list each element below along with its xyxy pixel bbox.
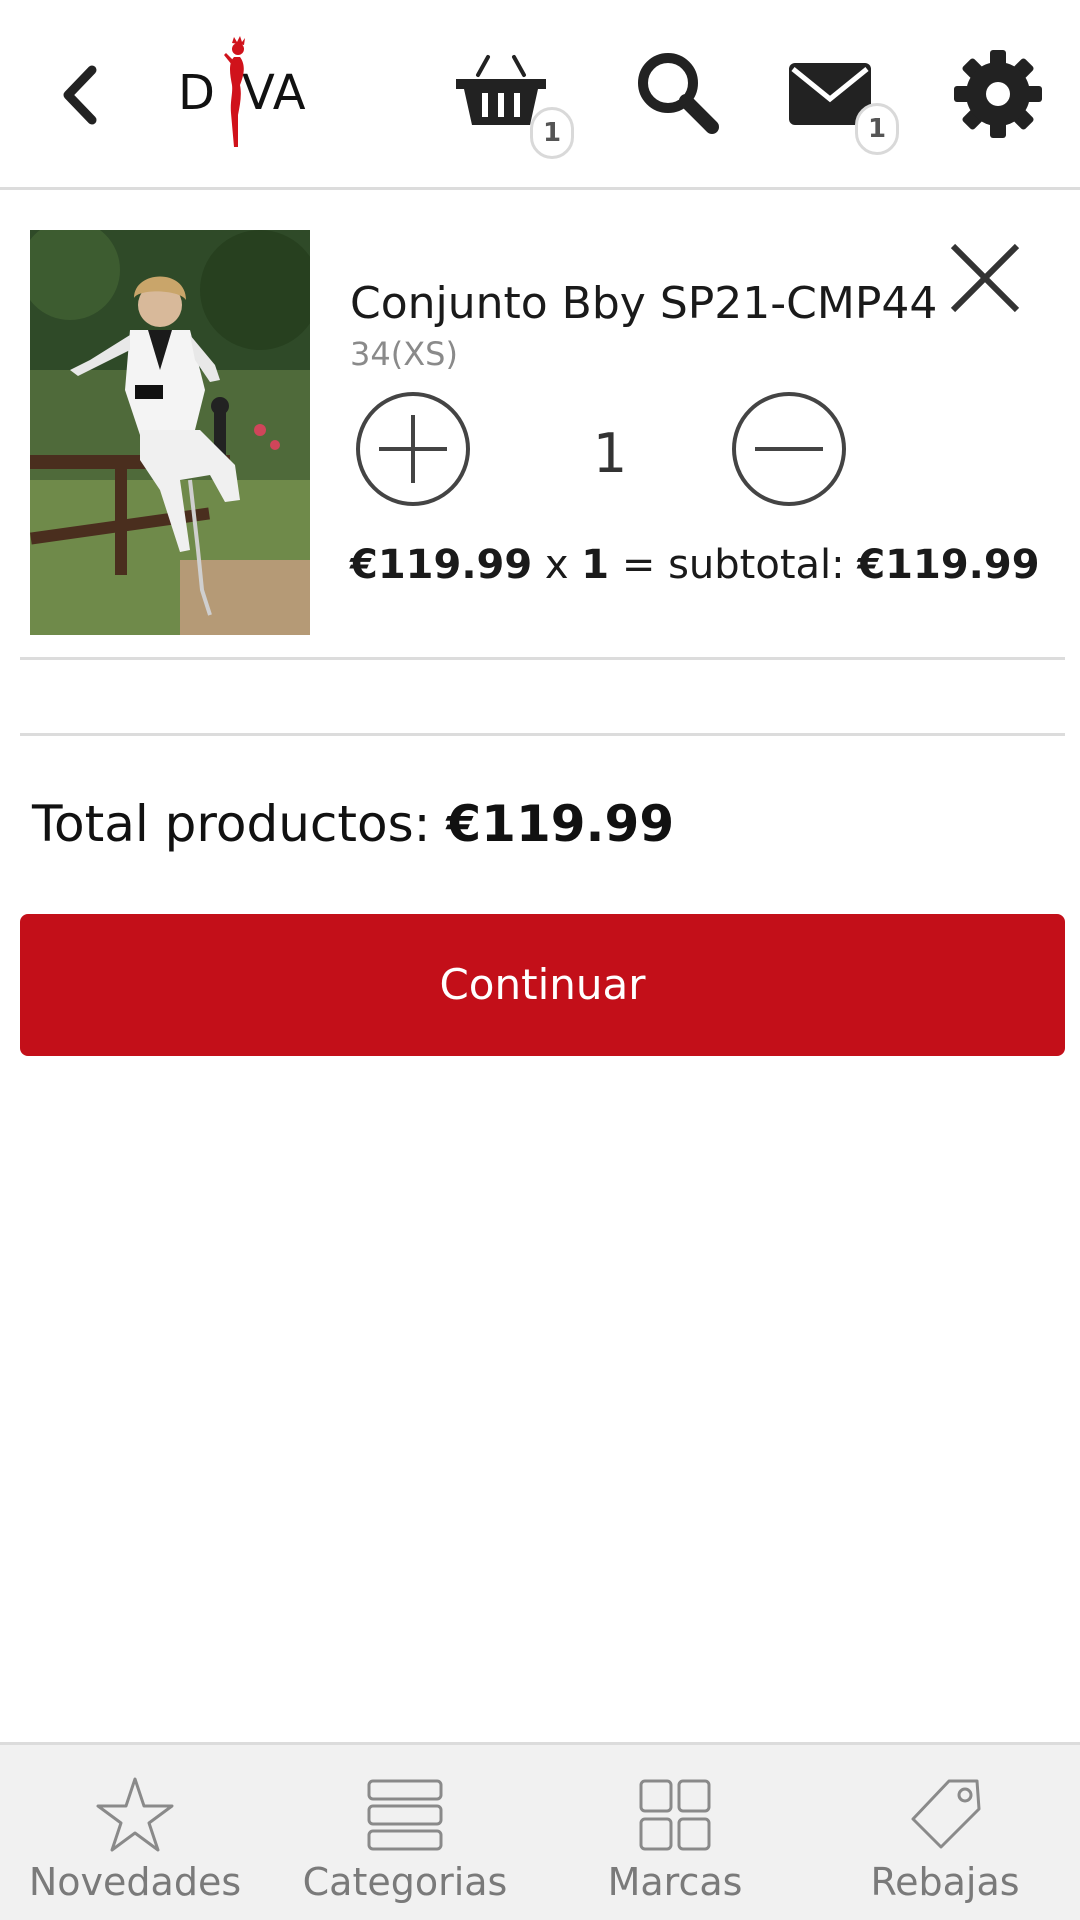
total-products: Total productos: €119.99 (32, 795, 674, 853)
cart-button[interactable]: 1 (450, 35, 580, 165)
nav-item-marcas[interactable]: Marcas (540, 1745, 810, 1920)
remove-item-button[interactable] (945, 238, 1025, 318)
quantity-value: 1 (592, 422, 628, 485)
line-quantity: 1 (581, 542, 610, 588)
product-size: 34(XS) (350, 335, 458, 373)
search-icon (638, 53, 719, 134)
diva-logo[interactable]: D VA (170, 35, 320, 150)
list-icon (367, 1779, 443, 1851)
nav-label: Rebajas (870, 1860, 1020, 1904)
nav-label: Categorias (302, 1860, 508, 1904)
cart-item: Conjunto Bby SP21-CMP44 34(XS) 1 €119.99… (20, 190, 1065, 660)
product-name[interactable]: Conjunto Bby SP21-CMP44 (350, 278, 937, 329)
times-sign: x (544, 542, 569, 588)
price-line: €119.99 x 1 = subtotal: €119.99 (350, 542, 1040, 588)
decrease-quantity-button[interactable] (730, 390, 848, 508)
app-header: D VA 1 1 (0, 0, 1080, 190)
minus-circle-icon (732, 392, 846, 506)
plus-circle-icon (356, 392, 470, 506)
nav-item-rebajas[interactable]: Rebajas (810, 1745, 1080, 1920)
messages-count-badge: 1 (855, 103, 899, 155)
tag-icon (911, 1779, 981, 1849)
nav-label: Marcas (607, 1860, 743, 1904)
gear-icon (954, 50, 1042, 138)
settings-button[interactable] (952, 48, 1044, 140)
subtotal-value: €119.99 (857, 542, 1040, 588)
divider (20, 733, 1065, 736)
bottom-nav: Novedades Categorias Marcas Rebajas (0, 1742, 1080, 1920)
total-label: Total productos: (32, 795, 431, 853)
chevron-left-icon (63, 65, 97, 125)
subtotal-label: = subtotal: (621, 542, 845, 588)
increase-quantity-button[interactable] (354, 390, 472, 508)
back-button[interactable] (50, 55, 110, 135)
grid-icon (639, 1779, 711, 1851)
nav-item-novedades[interactable]: Novedades (0, 1745, 270, 1920)
star-icon (96, 1777, 174, 1852)
continue-button[interactable]: Continuar (20, 914, 1065, 1056)
nav-label: Novedades (28, 1860, 242, 1904)
close-icon (950, 243, 1020, 313)
logo-figure-icon (224, 36, 245, 147)
cart-count-badge: 1 (530, 107, 574, 159)
search-button[interactable] (630, 45, 730, 145)
total-value: €119.99 (446, 795, 675, 853)
nav-item-categorias[interactable]: Categorias (270, 1745, 540, 1920)
messages-button[interactable]: 1 (785, 55, 905, 165)
unit-price: €119.99 (350, 542, 533, 588)
product-image[interactable] (30, 230, 310, 635)
